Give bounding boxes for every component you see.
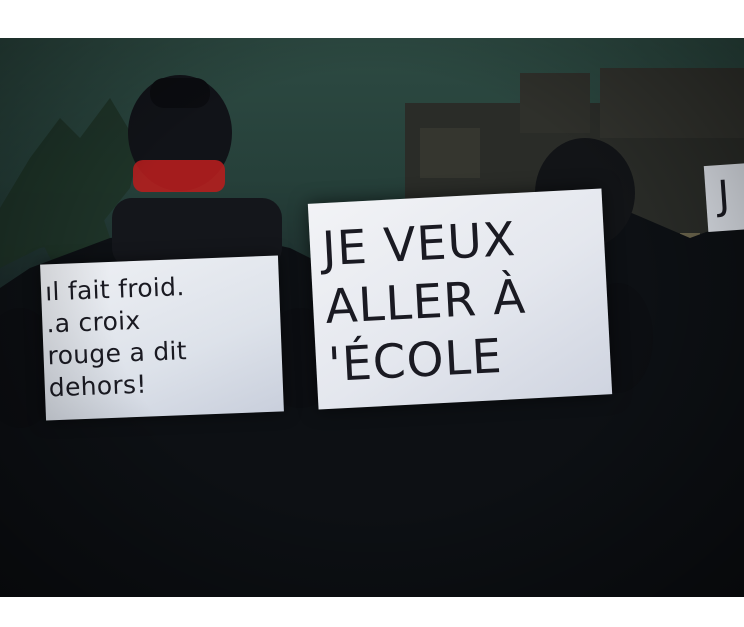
protest-photo: ıl fait froid. .a croix rouge a dit deho… — [0, 38, 744, 597]
protest-sign-cold: ıl fait froid. .a croix rouge a dit deho… — [40, 255, 284, 421]
sign-text-school: JE VEUX ALLER À 'ÉCOLE — [320, 212, 528, 393]
sign-text-partial: J — [716, 172, 732, 220]
protest-sign-school: JE VEUX ALLER À 'ÉCOLE — [307, 188, 613, 410]
person-with-beanie — [112, 75, 282, 268]
protest-sign-partial: J — [703, 161, 744, 233]
sign-text-cold: ıl fait froid. .a croix rouge a dit deho… — [44, 272, 188, 403]
